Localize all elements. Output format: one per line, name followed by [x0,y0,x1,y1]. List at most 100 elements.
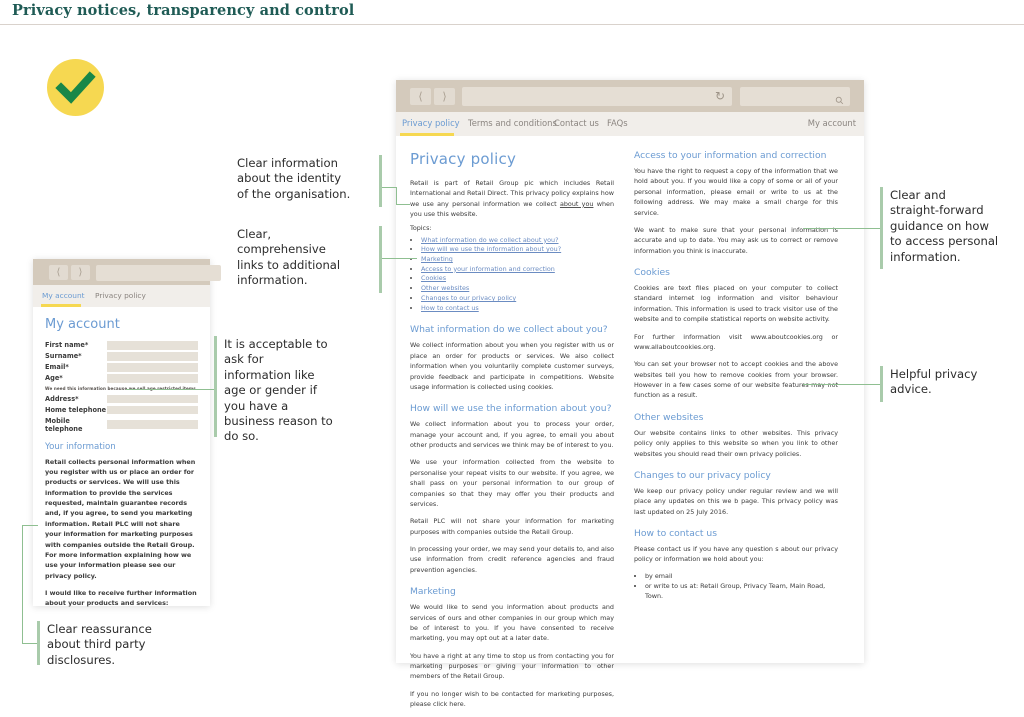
annotation-links-text: Clear, comprehensive links to additional… [237,227,341,288]
field-label: Home telephone [45,405,107,414]
search-icon[interactable] [835,90,844,109]
page-header: Privacy notices, transparency and contro… [0,0,1024,25]
annotation-identity-connector-h1 [382,187,396,188]
surname-input[interactable] [107,352,198,361]
link-my-account[interactable]: My account [808,118,856,128]
topics-label: Topics: [410,223,432,232]
list-item[interactable]: How to contact us [421,304,614,314]
access-paragraph-1: You have the right to request a copy of … [634,166,838,218]
mobile-telephone-input[interactable] [107,420,198,429]
section-heading-what-information: What information do we collect about you… [410,324,608,336]
address-input[interactable] [107,394,198,403]
address-bar[interactable]: ↻ [462,87,732,106]
annotation-access-text: Clear and straight-forward guidance on h… [890,188,999,264]
changes-paragraph: We keep our privacy policy under regular… [634,486,838,516]
section-heading-other-websites: Other websites [634,411,704,423]
first-name-input[interactable] [107,341,198,350]
section-heading-cookies: Cookies [634,267,670,278]
tab-contact-us[interactable]: Contact us [554,118,599,128]
address-bar[interactable] [96,265,221,281]
field-label: Address* [45,394,79,403]
list-item[interactable]: Changes to our privacy policy [421,294,614,304]
optout-text-b: . [463,700,466,709]
cookies-paragraph-1: Cookies are text files placed on your co… [634,284,838,324]
list-item[interactable]: Marketing [421,255,614,265]
tab-my-account[interactable]: My account [42,291,85,300]
field-label: Age* [45,374,63,383]
checkmark-icon [47,59,104,116]
intro-underlined-phrase: about you [559,199,594,208]
list-item[interactable]: Other websites [421,284,614,294]
list-item[interactable]: How will we use the information about yo… [421,245,614,255]
topic-link[interactable]: Marketing [421,255,453,263]
annotation-third-party-connector-v [22,525,23,643]
aboutcookies-link[interactable]: www.aboutcookies.org [751,333,823,341]
email-link[interactable]: email [737,188,755,196]
list-item[interactable]: What information do we collect about you… [421,236,614,246]
marketing-consent-paragraph: I would like to receive further informat… [45,589,197,608]
by-email-link[interactable]: by email [645,572,673,580]
annotation-advice-connector [803,384,880,385]
section-heading-contact: How to contact us [634,528,718,539]
account-page-heading: My account [45,317,120,332]
form-row-address: Address* [45,394,198,403]
annotation-advice-bar [880,366,883,402]
chevron-left-icon[interactable]: ⟨ [49,265,68,280]
field-label: First name* [45,341,89,350]
tab-privacy-policy[interactable]: Privacy policy [402,118,460,128]
browser-chrome-bar: ⟨ ⟩ [33,259,221,285]
privacy-policy-page-content: Privacy policy Retail is part of Retail … [396,136,864,708]
section-paragraph: In processing your order, we may send yo… [410,545,614,574]
contact-methods-list: by email or write to us at: Retail Group… [634,572,838,602]
annotation-links-connector [382,258,417,259]
field-label: Mobile telephone [45,416,83,433]
your-information-paragraph: Retail collects personal information whe… [45,457,196,580]
section-paragraph: We use your information collected from t… [410,458,614,508]
home-telephone-input[interactable] [107,405,198,414]
annotation-age-text: It is acceptable to ask for information … [224,337,333,444]
tab-faqs[interactable]: FAQs [607,118,628,128]
reload-icon[interactable]: ↻ [715,89,725,103]
chevron-right-icon[interactable]: ⟩ [434,88,455,105]
field-label: Surname* [45,352,82,361]
click-here-link[interactable]: click here [433,700,464,708]
other-websites-paragraph: Our website contains links to other webs… [634,428,838,458]
chevron-left-icon[interactable]: ⟨ [410,88,431,105]
email-input[interactable] [107,363,198,372]
list-item[interactable]: by email [645,572,838,582]
topic-link[interactable]: Other websites [421,284,469,292]
section-heading-your-information: Your information [45,441,116,452]
annotation-third-party-text: Clear reassurance about third party disc… [47,622,152,667]
form-row-mobile-telephone: Mobile telephone [45,417,198,433]
topic-link[interactable]: What information do we collect about you… [421,236,559,244]
topic-link[interactable]: How to contact us [421,304,479,312]
topic-link[interactable]: Access to your information and correctio… [421,265,555,273]
section-paragraph: We collect information about you to proc… [410,420,614,449]
topic-link[interactable]: How will we use the information about yo… [421,245,561,253]
annotation-third-party-connector-h2 [22,525,38,526]
site-nav-tabs: Privacy policy Terms and conditions Cont… [396,112,864,136]
age-input[interactable] [107,374,198,383]
section-paragraph: Retail PLC will not share your informati… [410,517,614,536]
list-item: or write to us at: Retail Group, Privacy… [645,582,838,602]
site-nav-tabs: My account Privacy policy [33,285,210,307]
allaboutcookies-link[interactable]: www.allaboutcookies.org [634,343,714,351]
annotation-links-bar [379,226,382,293]
topic-link[interactable]: Changes to our privacy policy [421,294,516,302]
annotation-access-bar [880,187,883,269]
list-item[interactable]: Access to your information and correctio… [421,265,614,275]
annotation-access-connector [803,228,880,229]
topic-link[interactable]: Cookies [421,274,446,282]
form-row-first-name: First name* [45,341,198,350]
tab-privacy-policy[interactable]: Privacy policy [95,291,146,300]
list-item[interactable]: Cookies [421,274,614,284]
tab-terms-and-conditions[interactable]: Terms and conditions [468,118,557,128]
field-label: Email* [45,363,69,372]
chevron-right-icon[interactable]: ⟩ [71,265,90,280]
search-box[interactable] [740,87,850,106]
annotation-identity-connector-v [396,187,397,204]
annotation-age-bar [214,336,217,437]
my-account-page-content: My account First name* Surname* Email* A… [33,307,210,608]
address-link[interactable]: address [668,198,693,206]
postal-address-text: or write to us at: Retail Group, Privacy… [645,581,826,600]
